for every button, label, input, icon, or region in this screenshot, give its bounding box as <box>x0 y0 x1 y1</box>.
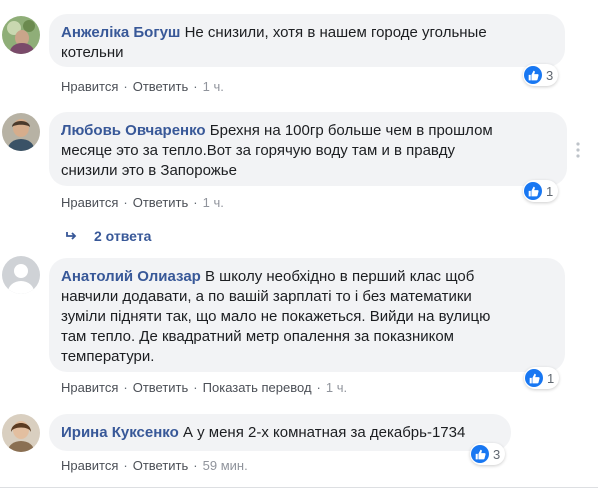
timestamp[interactable]: 1 ч. <box>203 195 224 210</box>
comment-text: В школу необхідно в перший клас щоб <box>205 268 475 285</box>
reply-link[interactable]: Ответить <box>133 380 189 395</box>
avatar[interactable] <box>2 256 40 294</box>
like-link[interactable]: Нравится <box>61 380 118 395</box>
reply-arrow-icon <box>66 232 77 240</box>
comment-bubble: Анжеліка Богуш Не снизили, хотя в нашем … <box>49 14 565 67</box>
avatar[interactable] <box>2 16 40 54</box>
timestamp[interactable]: 1 ч. <box>203 79 224 94</box>
comment-bubble: Анатолий Олиазар В школу необхідно в пер… <box>49 258 565 372</box>
like-link[interactable]: Нравится <box>61 195 118 210</box>
comment-text: температури. <box>61 348 155 365</box>
comment-author[interactable]: Анжеліка Богуш <box>61 24 180 41</box>
avatar[interactable] <box>2 113 40 151</box>
comment-author[interactable]: Ирина Куксенко <box>61 424 179 441</box>
more-options-icon[interactable] <box>576 142 580 163</box>
reply-link[interactable]: Ответить <box>133 458 189 473</box>
like-icon <box>525 369 543 387</box>
comment-text: котельни <box>61 44 124 61</box>
timestamp[interactable]: 59 мин. <box>203 458 248 473</box>
comment-actions: Нравится · Ответить · 59 мин. <box>61 458 248 473</box>
comment-actions: Нравится · Ответить · 1 ч. <box>61 195 224 210</box>
comment-text: навчили додавати, а по вашій зарплаті то… <box>61 288 472 305</box>
comment-text: Не снизили, хотя в нашем городе угольные <box>184 24 487 41</box>
timestamp[interactable]: 1 ч. <box>326 380 347 395</box>
replies-count: 2 ответа <box>94 228 152 244</box>
comment-text: А у меня 2-х комнатная за декабрь-1734 <box>182 424 466 441</box>
divider <box>0 487 598 488</box>
comment-text: Брехня на 100гр больше чем в прошлом <box>209 122 493 139</box>
reaction-badge[interactable]: 3 <box>470 443 506 465</box>
reply-link[interactable]: Ответить <box>133 195 189 210</box>
like-icon <box>471 445 489 463</box>
comment-actions: Нравится · Ответить · 1 ч. <box>61 79 224 94</box>
reaction-badge[interactable]: 3 <box>523 64 559 86</box>
comment-text: зуміли підняти так, що мало не покажетьс… <box>61 308 491 325</box>
view-replies-link[interactable]: 2 ответа <box>66 228 151 244</box>
comment-bubble: Ирина Куксенко А у меня 2-х комнатная за… <box>49 414 511 451</box>
reply-link[interactable]: Ответить <box>133 79 189 94</box>
reaction-badge[interactable]: 1 <box>524 367 560 389</box>
avatar[interactable] <box>2 414 40 452</box>
reaction-badge[interactable]: 1 <box>523 180 559 202</box>
like-icon <box>524 66 542 84</box>
reaction-count: 1 <box>547 370 555 386</box>
show-translation-link[interactable]: Показать перевод <box>203 380 312 395</box>
reaction-count: 3 <box>493 446 501 462</box>
comment-text: снизили это в Запорожье <box>61 162 237 179</box>
reaction-count: 3 <box>546 67 554 83</box>
comment-author[interactable]: Любовь Овчаренко <box>61 122 206 139</box>
like-icon <box>524 182 542 200</box>
like-link[interactable]: Нравится <box>61 79 118 94</box>
comment-bubble: Любовь Овчаренко Брехня на 100гр больше … <box>49 112 567 186</box>
like-link[interactable]: Нравится <box>61 458 118 473</box>
comment-author[interactable]: Анатолий Олиазар <box>61 268 201 285</box>
comment-text: месяце это за тепло.Вот за горячую воду … <box>61 142 455 159</box>
comment-actions: Нравится · Ответить · Показать перевод · 1 ч. <box>61 380 348 395</box>
reaction-count: 1 <box>546 183 554 199</box>
comment-text: там тепло. Де квадратний метр опалення з… <box>61 328 454 345</box>
